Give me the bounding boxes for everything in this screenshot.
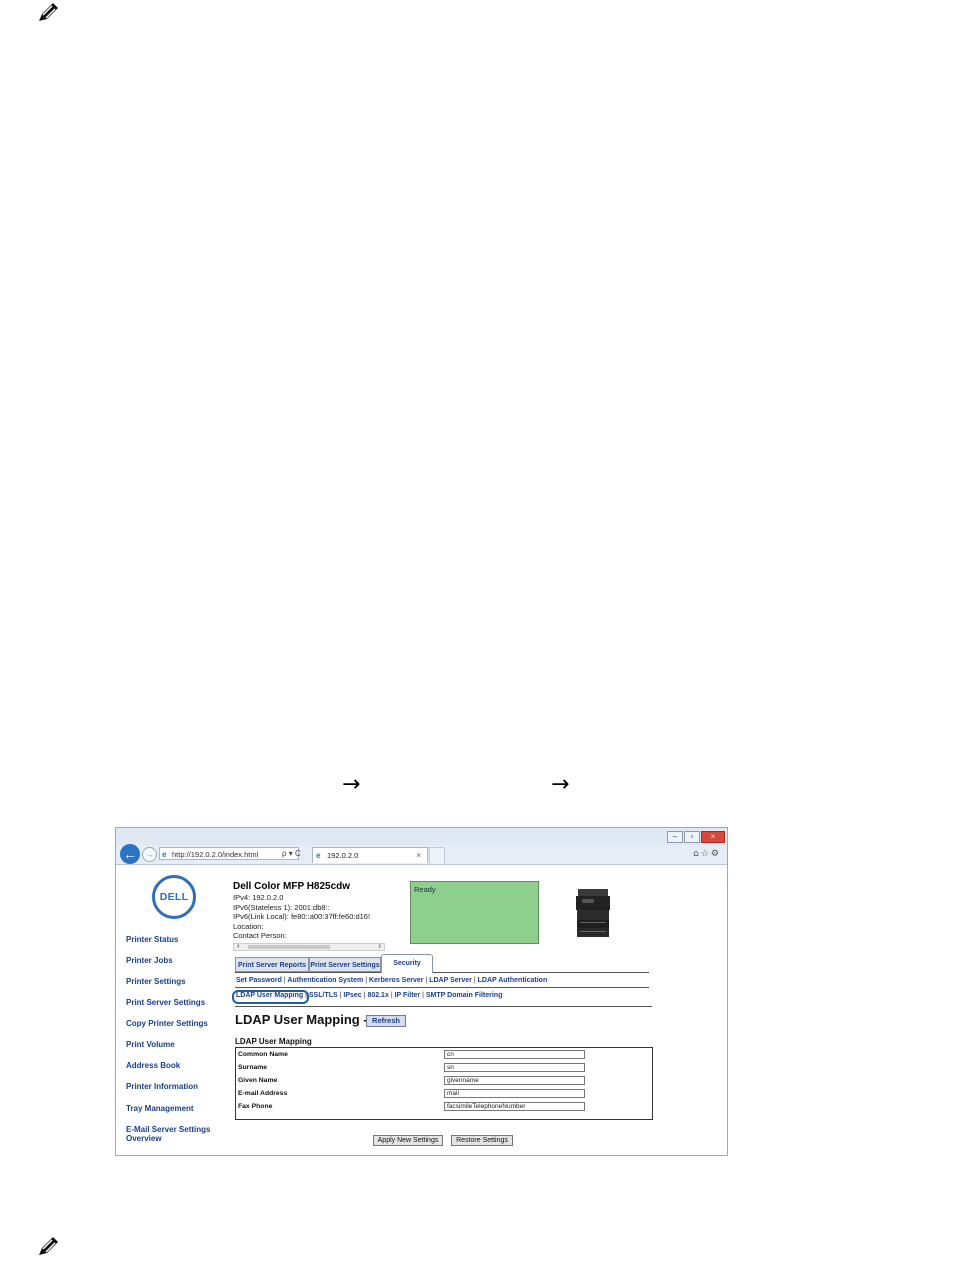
- sidebar-item-email-server-settings[interactable]: E-Mail Server Settings: [126, 1125, 210, 1134]
- sidebar-item-printer-information[interactable]: Printer Information: [126, 1082, 198, 1091]
- note-pencil-icon: [39, 1237, 58, 1255]
- arrow-right-icon: →: [342, 772, 361, 797]
- fax-phone-input[interactable]: facsimileTelephoneNumber: [444, 1102, 585, 1111]
- minimize-button[interactable]: –: [667, 831, 683, 843]
- address-bar[interactable]: e http://192.0.2.0/index.html: [159, 847, 299, 860]
- row-label: Common Name: [238, 1051, 288, 1058]
- highlight-ring: [232, 990, 309, 1004]
- address-text: http://192.0.2.0/index.html: [172, 850, 259, 859]
- restore-settings-button[interactable]: Restore Settings: [451, 1135, 513, 1146]
- scroll-left-icon[interactable]: ‹: [237, 941, 240, 950]
- new-tab-button[interactable]: [429, 847, 445, 864]
- forward-arrow-icon[interactable]: →: [142, 847, 157, 862]
- link-ip-filter[interactable]: IP Filter: [395, 992, 421, 999]
- title-bar: – ▫ ×: [116, 828, 727, 845]
- info-ipv4: IPv4: 192.0.2.0: [233, 893, 284, 902]
- info-ipv6-link-local: IPv6(Link Local): fe80::a00:37ff:fe60:d1…: [233, 912, 371, 921]
- row-label: E-mail Address: [238, 1090, 288, 1097]
- info-location: Location:: [233, 921, 264, 931]
- scroll-thumb[interactable]: [248, 945, 330, 949]
- table-row: Given Name givenname: [238, 1075, 650, 1088]
- tab-close-icon[interactable]: ×: [416, 848, 421, 864]
- tab-print-server-settings[interactable]: Print Server Settings: [309, 957, 381, 972]
- table-row: Common Name cn: [238, 1049, 650, 1062]
- page-content: DELL Printer Status Printer Jobs Printer…: [116, 865, 727, 1155]
- sidebar-item-tray-management[interactable]: Tray Management: [126, 1104, 194, 1113]
- divider: [235, 1006, 652, 1007]
- maximize-button[interactable]: ▫: [684, 831, 700, 843]
- tab-print-server-reports[interactable]: Print Server Reports: [235, 957, 309, 972]
- common-name-input[interactable]: cn: [444, 1050, 585, 1059]
- sidebar-item-printer-jobs[interactable]: Printer Jobs: [126, 956, 173, 965]
- browser-tab[interactable]: e 192.0.2.0 ×: [312, 847, 428, 863]
- ie-tab-icon: e: [316, 851, 321, 860]
- link-ssl-tls[interactable]: SSL/TLS: [309, 992, 338, 999]
- email-address-input[interactable]: mail: [444, 1089, 585, 1098]
- dell-logo: DELL: [152, 875, 196, 919]
- navigation-bar: ← → e http://192.0.2.0/index.html ρ ▾ C …: [116, 844, 727, 865]
- sidebar-item-printer-settings[interactable]: Printer Settings: [126, 977, 186, 986]
- table-row: E-mail Address mail: [238, 1088, 650, 1101]
- arrow-right-icon: →: [551, 772, 570, 797]
- printer-info: IPv4: 192.0.2.0 IPv6(Stateless 1): 2001:…: [233, 893, 385, 941]
- browser-window: – ▫ × ← → e http://192.0.2.0/index.html …: [115, 827, 728, 1156]
- tab-security[interactable]: Security: [381, 954, 433, 973]
- ie-page-icon: e: [162, 850, 167, 859]
- status-text: Ready: [414, 885, 436, 894]
- link-ipsec[interactable]: IPsec: [343, 992, 361, 999]
- info-scrollbar[interactable]: ‹ ›: [233, 941, 385, 951]
- tabs-row: Print Server Reports Print Server Settin…: [235, 954, 649, 973]
- printer-model-title: Dell Color MFP H825cdw: [233, 881, 351, 892]
- scroll-right-icon[interactable]: ›: [378, 941, 381, 950]
- row-label: Given Name: [238, 1077, 278, 1084]
- address-tools[interactable]: ρ ▾ C: [282, 847, 301, 860]
- sidebar-item-overview[interactable]: Overview: [126, 1134, 162, 1143]
- table-row: Surname sn: [238, 1062, 650, 1075]
- sidebar-item-copy-printer-settings[interactable]: Copy Printer Settings: [126, 1019, 208, 1028]
- security-sublinks-row1: Set Password | Authentication System | K…: [236, 977, 548, 984]
- link-set-password[interactable]: Set Password: [236, 977, 282, 984]
- row-label: Surname: [238, 1064, 268, 1071]
- sidebar-item-address-book[interactable]: Address Book: [126, 1061, 180, 1070]
- link-kerberos-server[interactable]: Kerberos Server: [369, 977, 423, 984]
- sidebar-item-print-volume[interactable]: Print Volume: [126, 1040, 175, 1049]
- home-favorites-settings-icons[interactable]: ⌂☆⚙: [693, 848, 721, 860]
- page-title: LDAP User Mapping -: [235, 1012, 368, 1027]
- link-authentication-system[interactable]: Authentication System: [287, 977, 363, 984]
- table-row: Fax Phone facsimileTelephoneNumber: [238, 1101, 650, 1114]
- printer-image-icon: [576, 889, 610, 937]
- link-ldap-server[interactable]: LDAP Server: [429, 977, 472, 984]
- tab-title: 192.0.2.0: [327, 851, 359, 860]
- given-name-input[interactable]: givenname: [444, 1076, 585, 1085]
- link-ldap-authentication[interactable]: LDAP Authentication: [478, 977, 548, 984]
- ldap-mapping-table: Common Name cn Surname sn Given Name giv…: [235, 1047, 653, 1120]
- link-smtp-domain-filtering[interactable]: SMTP Domain Filtering: [426, 992, 503, 999]
- sidebar-item-print-server-settings[interactable]: Print Server Settings: [126, 998, 205, 1007]
- status-panel: Ready: [410, 881, 539, 944]
- refresh-button[interactable]: Refresh: [366, 1015, 406, 1027]
- note-pencil-icon: [39, 3, 58, 21]
- section-title: LDAP User Mapping: [235, 1037, 312, 1046]
- back-arrow-icon[interactable]: ←: [120, 844, 140, 864]
- apply-new-settings-button[interactable]: Apply New Settings: [373, 1135, 443, 1146]
- surname-input[interactable]: sn: [444, 1063, 585, 1072]
- info-contact-person: Contact Person:: [233, 931, 287, 940]
- link-802-1x[interactable]: 802.1x: [367, 992, 388, 999]
- info-ipv6-stateless: IPv6(Stateless 1): 2001:db8::: [233, 902, 330, 912]
- row-label: Fax Phone: [238, 1103, 273, 1110]
- sidebar-item-printer-status[interactable]: Printer Status: [126, 935, 178, 944]
- close-window-button[interactable]: ×: [701, 831, 725, 843]
- divider: [235, 987, 649, 988]
